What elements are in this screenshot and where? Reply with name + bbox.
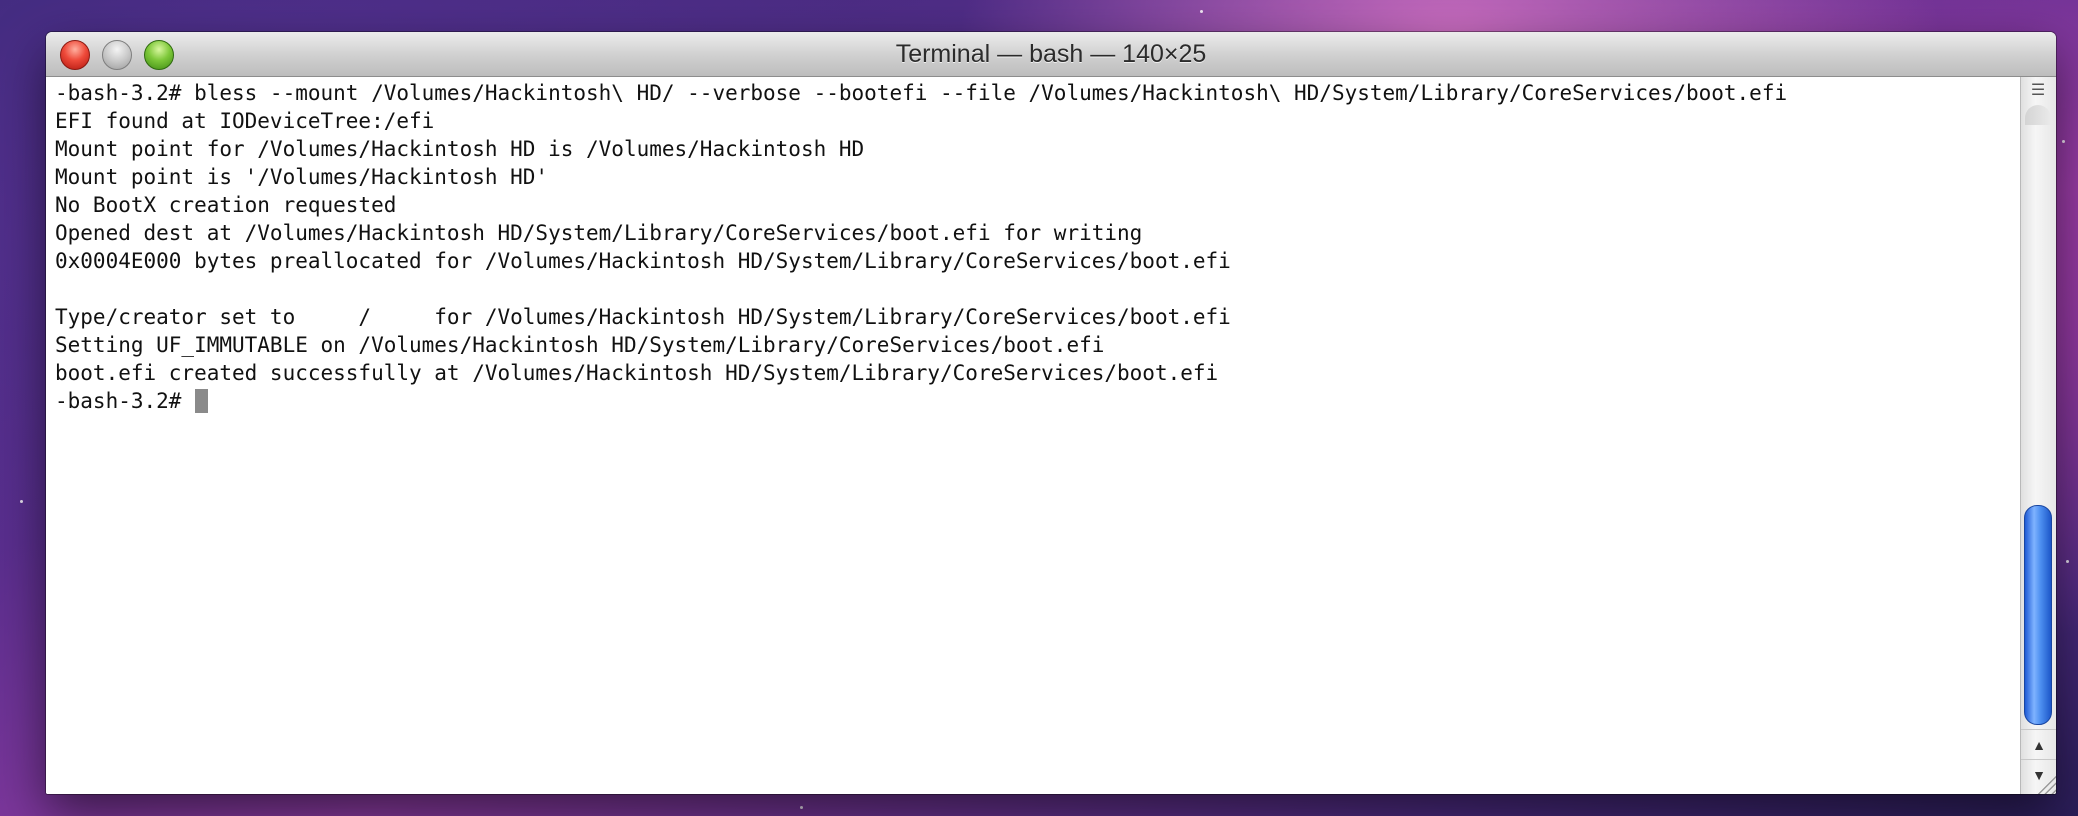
window-title: Terminal — bash — 140×25: [895, 40, 1207, 68]
terminal-line: 0x0004E000 bytes preallocated for /Volum…: [55, 249, 1231, 273]
terminal-line: Mount point for /Volumes/Hackintosh HD i…: [55, 137, 865, 161]
terminal-prompt-line[interactable]: -bash-3.2#: [55, 387, 209, 415]
star: [800, 806, 803, 809]
split-pane-icon[interactable]: ☰: [2029, 81, 2047, 99]
terminal-line: Mount point is '/Volumes/Hackintosh HD': [55, 165, 549, 189]
terminal-line: -bash-3.2# bless --mount /Volumes/Hackin…: [55, 81, 1788, 105]
terminal-line: boot.efi created successfully at /Volume…: [55, 361, 1219, 385]
vertical-scrollbar[interactable]: ☰ ▲ ▼: [2020, 77, 2056, 794]
text-cursor: [195, 389, 209, 413]
title-bar[interactable]: Terminal — bash — 140×25: [46, 32, 2056, 77]
terminal-window: Terminal — bash — 140×25 -bash-3.2# bles…: [46, 32, 2056, 794]
star: [2062, 140, 2065, 143]
scroll-track-cap: [2025, 105, 2051, 125]
star: [20, 500, 23, 503]
terminal-line: EFI found at IODeviceTree:/efi: [55, 109, 435, 133]
star: [1200, 10, 1203, 13]
terminal-line: Opened dest at /Volumes/Hackintosh HD/Sy…: [55, 221, 1143, 245]
terminal-line: No BootX creation requested: [55, 193, 397, 217]
scroll-thumb[interactable]: [2024, 505, 2052, 725]
scroll-up-icon[interactable]: ▲: [2021, 729, 2056, 760]
terminal-output[interactable]: -bash-3.2# bless --mount /Volumes/Hackin…: [46, 77, 2020, 794]
shell-prompt: -bash-3.2#: [55, 389, 195, 413]
resize-grip-icon[interactable]: [2032, 770, 2056, 794]
terminal-line: Type/creator set to / for /Volumes/Hacki…: [55, 305, 1231, 329]
terminal-line: Setting UF_IMMUTABLE on /Volumes/Hackint…: [55, 333, 1105, 357]
star: [2066, 560, 2069, 563]
